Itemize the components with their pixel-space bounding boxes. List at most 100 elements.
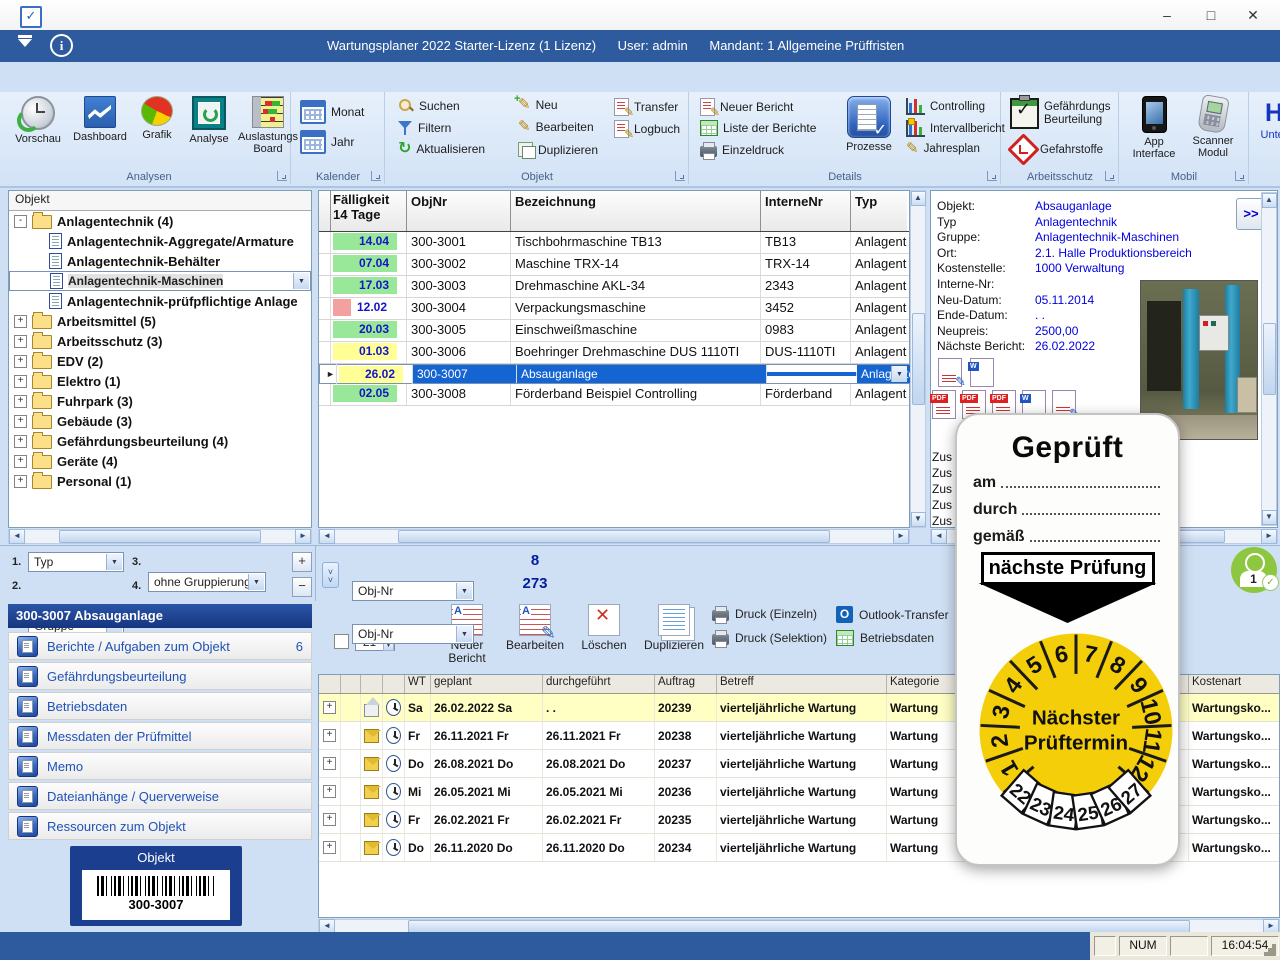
row-expander-icon[interactable]: + <box>323 785 336 798</box>
tree-expander-icon[interactable]: + <box>14 315 27 328</box>
duplicate-report-button[interactable]: Duplizieren <box>642 604 706 652</box>
jahresplan-button[interactable]: ✎Jahresplan <box>906 142 980 156</box>
dialog-launcher-icon[interactable] <box>675 171 685 181</box>
object-row[interactable]: 01.03300-3006Boehringer Drehmaschine DUS… <box>319 342 909 364</box>
tree-expander-icon[interactable]: + <box>14 435 27 448</box>
scroll-left-icon[interactable]: ◄ <box>9 529 25 544</box>
scroll-right-icon[interactable]: ► <box>295 529 311 544</box>
object-row[interactable]: 17.03300-3003Drehmaschine AKL-342343Anla… <box>319 276 909 298</box>
monat-button[interactable]: Monat <box>300 100 364 124</box>
col-faelligkeit[interactable]: Fälligkeit 14 Tage <box>331 191 407 231</box>
tree-item[interactable]: +EDV (2) <box>9 351 311 371</box>
scroll-up-icon[interactable]: ▲ <box>911 191 926 206</box>
objnr-select-1[interactable]: Obj-Nr <box>352 581 474 601</box>
resize-grip[interactable] <box>1272 944 1276 948</box>
scroll-up-icon[interactable]: ▲ <box>1262 193 1277 208</box>
maximize-button[interactable]: □ <box>1194 4 1228 26</box>
tree-expander-icon[interactable]: - <box>14 215 27 228</box>
scroll-thumb[interactable] <box>912 313 925 405</box>
tree-item[interactable]: +Geräte (4) <box>9 451 311 471</box>
dashboard-button[interactable]: Dashboard <box>68 96 132 143</box>
tree-expander-icon[interactable]: + <box>14 415 27 428</box>
tree-item[interactable]: Anlagentechnik-Behälter <box>9 251 311 271</box>
tree-expander-icon[interactable]: + <box>14 455 27 468</box>
delete-report-button[interactable]: Löschen <box>576 604 632 652</box>
add-grouping-button[interactable]: + <box>292 552 312 572</box>
tree-item[interactable]: +Fuhrpark (3) <box>9 391 311 411</box>
analyse-button[interactable]: Analyse <box>182 96 236 145</box>
row-expander-icon[interactable]: + <box>323 813 336 826</box>
suchen-button[interactable]: Suchen <box>398 98 460 114</box>
tree-expander-icon[interactable]: + <box>14 475 27 488</box>
print-selection-button[interactable]: Druck (Selektion) <box>712 630 827 645</box>
tree-item[interactable]: +Gefährdungsbeurteilung (4) <box>9 431 311 451</box>
vorschau-button[interactable]: Vorschau <box>10 96 66 145</box>
betriebsdaten-button[interactable]: Betriebsdaten <box>836 630 934 646</box>
panel-item[interactable]: Gefährdungsbeurteilung <box>8 662 312 690</box>
row-expander-icon[interactable]: + <box>323 729 336 742</box>
dialog-launcher-icon[interactable] <box>277 171 287 181</box>
outlook-transfer-button[interactable]: OOutlook-Transfer <box>836 606 949 623</box>
tree-item[interactable]: +Personal (1) <box>9 471 311 491</box>
dialog-launcher-icon[interactable] <box>1235 171 1245 181</box>
tree-expander-icon[interactable]: + <box>14 395 27 408</box>
duplizieren-button[interactable]: Duplizieren <box>518 142 598 157</box>
neuer-bericht-button[interactable]: Neuer Bericht <box>700 98 793 116</box>
panel-item[interactable]: Berichte / Aufgaben zum Objekt6 <box>8 632 312 660</box>
panel-item[interactable]: Messdaten der Prüfmittel <box>8 722 312 750</box>
grouping-1-select[interactable]: Typ <box>28 552 124 572</box>
grouping-3-select[interactable]: ohne Gruppierung <box>148 572 266 592</box>
object-row[interactable]: 12.02300-3004Verpackungsmaschine3452Anla… <box>319 298 909 320</box>
dialog-launcher-icon[interactable] <box>371 171 381 181</box>
col-geplant[interactable]: geplant <box>431 675 543 693</box>
quick-access-dropdown-icon[interactable] <box>18 39 32 47</box>
tree-item[interactable]: +Arbeitsschutz (3) <box>9 331 311 351</box>
grafik-button[interactable]: Grafik <box>134 96 180 141</box>
attachment-pdf-doc-icon[interactable]: PDF <box>932 390 956 419</box>
logbuch-button[interactable]: Logbuch <box>614 120 680 138</box>
object-row[interactable]: ►26.02300-3007AbsauganlageAnlagentechnik <box>319 364 909 384</box>
scroll-left-icon[interactable]: ◄ <box>319 529 335 544</box>
print-single-button[interactable]: Druck (Einzeln) <box>712 606 817 621</box>
prozesse-button[interactable]: Prozesse <box>840 96 898 153</box>
limit-checkbox[interactable] <box>334 634 349 649</box>
aktualisieren-button[interactable]: ↻Aktualisieren <box>398 142 485 156</box>
scroll-thumb[interactable] <box>1263 323 1276 395</box>
tree-item[interactable]: +Gebäude (3) <box>9 411 311 431</box>
remove-grouping-button[interactable]: − <box>292 577 312 597</box>
edit-report-button[interactable]: Bearbeiten <box>502 604 568 652</box>
dialog-launcher-icon[interactable] <box>987 171 997 181</box>
tree-item[interactable]: Anlagentechnik-prüfpflichtige Anlage <box>9 291 311 311</box>
tree-item[interactable]: +Arbeitsmittel (5) <box>9 311 311 331</box>
jahr-button[interactable]: Jahr <box>300 130 354 154</box>
object-row[interactable]: 20.03300-3005Einschweißmaschine0983Anlag… <box>319 320 909 342</box>
gefahrstoffe-button[interactable]: Gefahrstoffe <box>1012 138 1103 161</box>
einzeldruck-button[interactable]: Einzeldruck <box>700 142 784 157</box>
gefaehrdungsbeurteilung-button[interactable]: Gefährdungs Beurteilung <box>1010 98 1112 129</box>
col-internenr[interactable]: InterneNr <box>761 191 851 231</box>
tree-item[interactable]: Anlagentechnik-Aggregate/Armature <box>9 231 311 251</box>
tree-item[interactable]: +Elektro (1) <box>9 371 311 391</box>
objnr-select-2[interactable]: Obj-Nr <box>352 624 474 644</box>
col-auftrag[interactable]: Auftrag <box>655 675 717 693</box>
object-row[interactable]: 14.04300-3001Tischbohrmaschine TB13TB13A… <box>319 232 909 254</box>
neu-button[interactable]: ✎Neu <box>518 98 558 112</box>
row-expander-icon[interactable]: + <box>323 757 336 770</box>
scroll-right-icon[interactable]: ► <box>893 529 909 544</box>
panel-item[interactable]: Ressourcen zum Objekt <box>8 812 312 840</box>
transfer-button[interactable]: Transfer <box>614 98 678 116</box>
panel-item[interactable]: Betriebsdaten <box>8 692 312 720</box>
attachment-edit-doc-icon[interactable] <box>938 358 962 387</box>
object-table-vscrollbar[interactable]: ▲ ▼ <box>910 190 926 528</box>
object-row[interactable]: 02.05300-3008Förderband Beispiel Control… <box>319 384 909 406</box>
dialog-launcher-icon[interactable] <box>1105 171 1115 181</box>
col-kostenart[interactable]: Kostenart <box>1189 675 1280 693</box>
tree-expander-icon[interactable]: + <box>14 355 27 368</box>
scroll-thumb[interactable] <box>59 530 261 543</box>
scroll-down-icon[interactable]: ▼ <box>911 512 926 527</box>
tree-expander-icon[interactable]: + <box>14 335 27 348</box>
app-interface-button[interactable]: App Interface <box>1128 96 1180 160</box>
scroll-thumb[interactable] <box>398 530 830 543</box>
col-betreff[interactable]: Betreff <box>717 675 887 693</box>
col-bezeichnung[interactable]: Bezeichnung <box>511 191 761 231</box>
